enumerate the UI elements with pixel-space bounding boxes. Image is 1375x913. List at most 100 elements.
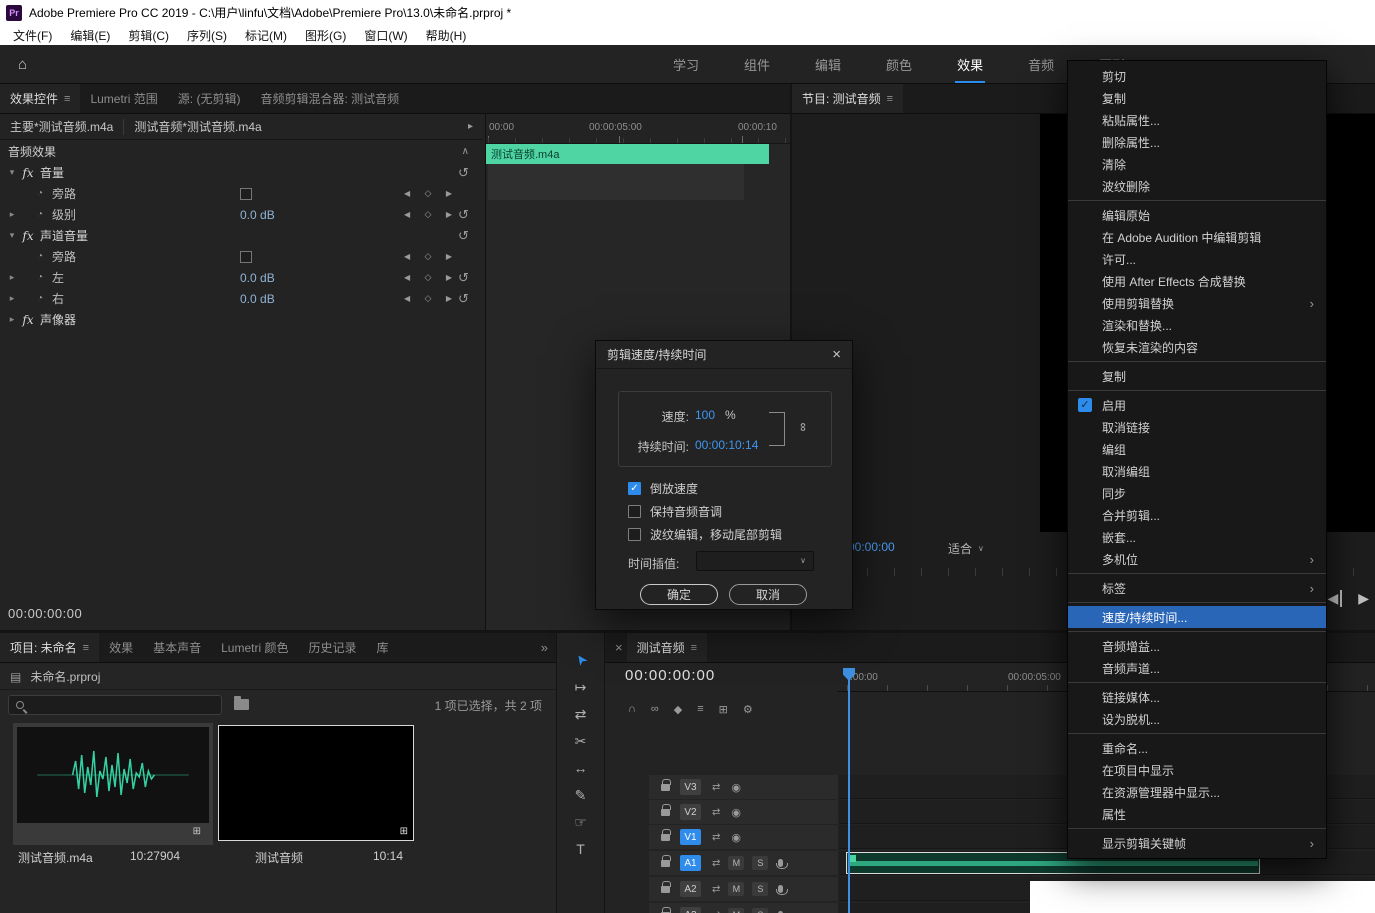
previous-keyframe-icon[interactable]: ◀ [404,189,410,198]
previous-keyframe-icon[interactable]: ◀ [404,210,410,219]
sync-lock-icon[interactable]: ⇄ [712,807,720,818]
stopwatch-icon[interactable]: ◔ [30,272,50,283]
context-menu-item-4-0[interactable]: 标签 › [1068,577,1326,599]
context-menu-item-3-0[interactable]: ✓ 启用 [1068,394,1326,416]
param-checkbox[interactable] [240,250,252,263]
context-menu-item-1-6[interactable]: 恢复未渲染的内容 [1068,336,1326,358]
menubar-item-1[interactable]: 编辑(E) [61,27,119,44]
reset-icon[interactable]: ↺ [458,228,469,244]
context-menu-item-0-2[interactable]: 粘贴属性... [1068,109,1326,131]
duration-value[interactable]: 00:00:10:14 [695,438,758,452]
ok-button[interactable]: 确定 [640,584,718,605]
track-target-V2[interactable]: V2 [680,804,701,820]
solo-button-A2[interactable]: S [752,882,769,896]
next-keyframe-icon[interactable]: ▶ [446,210,452,219]
new-bin-icon[interactable] [234,696,249,710]
selection-tool-icon[interactable]: ➤ [571,651,591,670]
previous-keyframe-icon[interactable]: ◀ [404,294,410,303]
add-keyframe-icon[interactable]: ◇ [425,251,432,262]
context-menu-item-3-4[interactable]: 同步 [1068,482,1326,504]
sync-lock-icon[interactable]: ⇄ [712,832,720,843]
context-menu-item-7-0[interactable]: 链接媒体... [1068,686,1326,708]
stopwatch-icon[interactable]: ◔ [30,293,50,304]
speed-value[interactable]: 100 [695,408,715,422]
track-lock-icon[interactable] [661,778,671,791]
sync-lock-icon[interactable]: ⇄ [712,858,720,869]
menubar-item-7[interactable]: 帮助(H) [417,27,476,44]
context-menu-item-3-2[interactable]: 编组 [1068,438,1326,460]
expand-caret-icon[interactable]: ▸ [6,209,18,220]
add-keyframe-icon[interactable]: ◇ [425,209,432,220]
panel-menu-icon[interactable]: ≡ [887,93,893,105]
track-lock-icon[interactable] [661,803,671,816]
fx-icon[interactable]: fx [18,166,38,180]
context-menu-item-0-0[interactable]: 剪切 [1068,65,1326,87]
sync-lock-icon[interactable]: ⇄ [712,910,720,913]
reset-icon[interactable]: ↺ [458,270,469,286]
sync-lock-icon[interactable]: ⇄ [712,782,720,793]
workspace-tab-1[interactable]: 组件 [744,55,770,74]
project-item-video[interactable]: ⊞ [216,723,416,845]
hand-tool-icon[interactable]: ☞ [574,815,587,829]
workspace-tab-5[interactable]: 音频 [1028,55,1054,74]
panel-menu-icon[interactable]: ≡ [64,93,70,105]
program-timecode[interactable]: 00:00:00 [848,540,895,554]
previous-keyframe-icon[interactable]: ◀ [404,252,410,261]
expand-caret-icon[interactable]: ▸ [6,272,18,283]
audio-clip-bar[interactable]: 测试音频.m4a [486,144,769,164]
zoom-level-dropdown[interactable]: 适合 ∨ [948,540,984,557]
project-item-audio[interactable]: ⊞ [13,723,213,845]
effect-controls-timecode[interactable]: 00:00:00:00 [8,606,82,621]
param-value[interactable]: 0.0 dB [240,271,275,285]
mini-timeline-ruler[interactable]: 00:00 00:00:05:00 00:00:10 [486,114,790,144]
context-menu-item-1-0[interactable]: 编辑原始 [1068,204,1326,226]
context-menu-item-2-0[interactable]: 复制 [1068,365,1326,387]
panel-tab-4[interactable]: 历史记录 [298,633,366,662]
context-menu-item-8-0[interactable]: 重命名... [1068,737,1326,759]
param-checkbox[interactable] [240,187,252,200]
workspace-tab-3[interactable]: 颜色 [886,55,912,74]
voiceover-record-icon[interactable] [775,859,788,869]
track-target-A1[interactable]: A1 [680,855,701,871]
stopwatch-icon[interactable]: ◔ [30,251,50,262]
workspace-tab-0[interactable]: 学习 [673,55,699,74]
panel-tab-1[interactable]: 效果 [99,633,143,662]
track-target-V1[interactable]: V1 [680,829,701,845]
context-menu-item-1-1[interactable]: 在 Adobe Audition 中编辑剪辑 [1068,226,1326,248]
context-menu-item-3-5[interactable]: 合并剪辑... [1068,504,1326,526]
slip-tool-icon[interactable]: ↔ [574,761,588,775]
context-menu-item-3-3[interactable]: 取消编组 [1068,460,1326,482]
toggle-track-output-icon[interactable]: ◉ [731,806,741,819]
context-menu-item-0-4[interactable]: 清除 [1068,153,1326,175]
play-icon[interactable]: ▶ [1358,590,1369,607]
track-lock-icon[interactable] [661,854,671,867]
track-target-V3[interactable]: V3 [680,779,701,795]
menubar-item-5[interactable]: 图形(G) [296,27,355,44]
menubar-item-0[interactable]: 文件(F) [4,27,61,44]
tab-overflow-icon[interactable]: » [541,640,548,655]
context-menu-item-9-0[interactable]: 显示剪辑关键帧 › [1068,832,1326,854]
track-select-forward-tool-icon[interactable]: ↦ [575,680,587,694]
collapse-icon[interactable]: ∧ [462,146,469,157]
solo-button-A3[interactable]: S [752,908,769,913]
panel-tab-1[interactable]: Lumetri 范围 [80,84,167,113]
reset-icon[interactable]: ↺ [458,165,469,181]
reset-icon[interactable]: ↺ [458,207,469,223]
mute-button-A2[interactable]: M [728,882,745,896]
checkbox[interactable]: ✓ [628,482,641,495]
fx-icon[interactable]: fx [18,313,38,327]
close-icon[interactable]: × [832,346,841,363]
menubar-item-2[interactable]: 剪辑(C) [119,27,178,44]
time-interpolation-dropdown[interactable]: ∨ [696,551,814,571]
context-menu-item-6-1[interactable]: 音频声道... [1068,657,1326,679]
show-timeline-toggle-icon[interactable]: ▸ [468,121,473,132]
add-keyframe-icon[interactable]: ◇ [425,272,432,283]
reset-icon[interactable]: ↺ [458,291,469,307]
context-menu-item-0-5[interactable]: 波纹删除 [1068,175,1326,197]
add-keyframe-icon[interactable]: ◇ [425,188,432,199]
menubar-item-6[interactable]: 窗口(W) [355,27,416,44]
panel-tab-3[interactable]: 音频剪辑混合器: 测试音频 [250,84,409,113]
panel-tab-0[interactable]: 效果控件 ≡ [0,84,81,113]
toggle-track-output-icon[interactable]: ◉ [731,781,741,794]
expand-caret-icon[interactable]: ▾ [6,167,18,178]
